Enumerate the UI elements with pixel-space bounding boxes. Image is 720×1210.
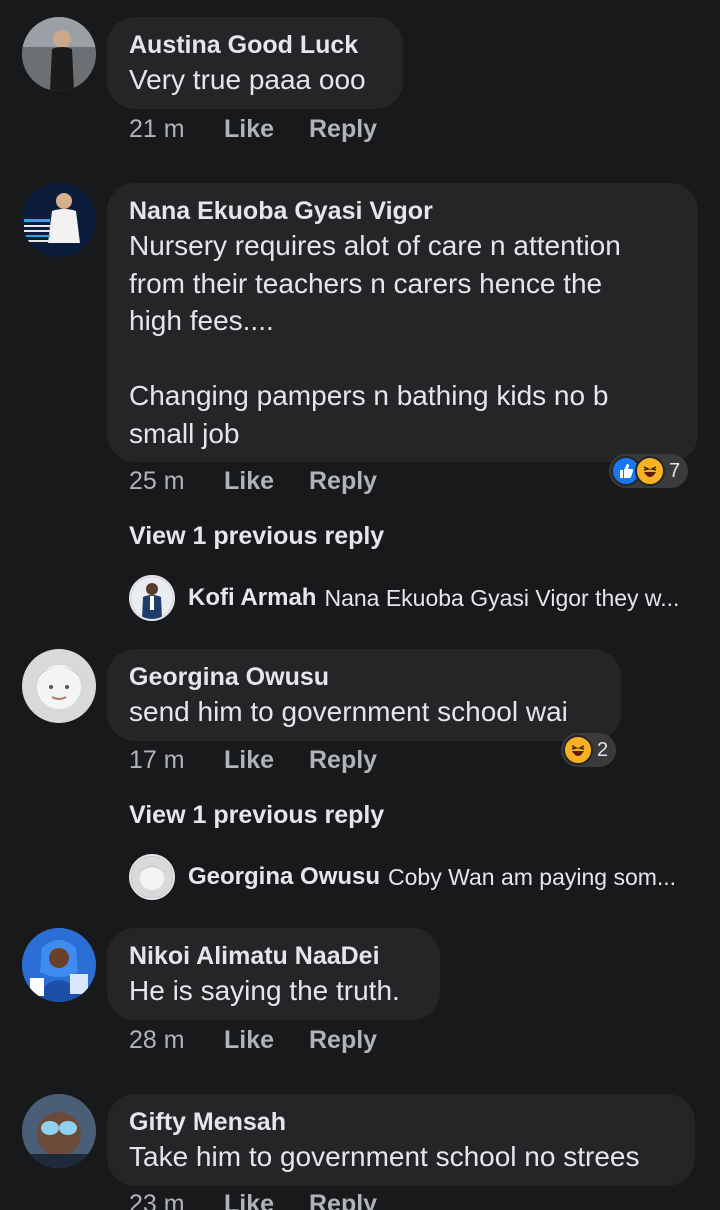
comment-time[interactable]: 17 m xyxy=(129,746,224,775)
view-previous-replies[interactable]: View 1 previous reply xyxy=(129,522,384,551)
reply-preview[interactable]: Georgina Owusu Coby Wan am paying som... xyxy=(129,854,676,900)
reply-preview[interactable]: Kofi Armah Nana Ekuoba Gyasi Vigor they … xyxy=(129,575,679,621)
comment-bubble[interactable]: Georgina Owusu send him to government sc… xyxy=(107,649,621,741)
view-previous-replies[interactable]: View 1 previous reply xyxy=(129,801,384,830)
reply-button[interactable]: Reply xyxy=(309,1026,377,1055)
reply-author[interactable]: Georgina Owusu xyxy=(188,863,380,891)
comment-actions: 21 m Like Reply xyxy=(129,115,377,144)
reply-avatar[interactable] xyxy=(129,854,175,900)
reply-button[interactable]: Reply xyxy=(309,115,377,144)
comment-text: send him to government school wai xyxy=(129,696,568,727)
comment-bubble[interactable]: Nikoi Alimatu NaaDei He is saying the tr… xyxy=(107,928,440,1020)
reaction-summary[interactable]: 7 xyxy=(609,454,689,488)
comment-author[interactable]: Gifty Mensah xyxy=(129,1106,673,1138)
comment-text: Nursery requires alot of care n attentio… xyxy=(129,230,621,449)
like-button[interactable]: Like xyxy=(224,115,309,144)
comment-actions: 23 m Like Reply xyxy=(129,1190,377,1210)
haha-reaction-icon xyxy=(563,735,593,765)
avatar[interactable] xyxy=(22,928,96,1002)
reply-button[interactable]: Reply xyxy=(309,1190,377,1210)
like-button[interactable]: Like xyxy=(224,746,309,775)
reply-button[interactable]: Reply xyxy=(309,467,377,496)
haha-reaction-icon xyxy=(635,456,665,486)
comment-bubble[interactable]: Gifty Mensah Take him to government scho… xyxy=(107,1094,695,1186)
comment-time[interactable]: 28 m xyxy=(129,1026,224,1055)
comment-time[interactable]: 21 m xyxy=(129,115,224,144)
like-button[interactable]: Like xyxy=(224,1190,309,1210)
avatar[interactable] xyxy=(22,1094,96,1168)
comment-actions: 17 m Like Reply xyxy=(129,746,377,775)
comment-author[interactable]: Georgina Owusu xyxy=(129,661,599,693)
avatar[interactable] xyxy=(22,649,96,723)
comment-bubble[interactable]: Nana Ekuoba Gyasi Vigor Nursery requires… xyxy=(107,183,698,462)
comment-author[interactable]: Nana Ekuoba Gyasi Vigor xyxy=(129,195,676,227)
comment-author[interactable]: Austina Good Luck xyxy=(129,29,381,61)
reply-button[interactable]: Reply xyxy=(309,746,377,775)
reaction-count: 2 xyxy=(597,738,609,761)
like-button[interactable]: Like xyxy=(224,1026,309,1055)
reply-author[interactable]: Kofi Armah xyxy=(188,584,316,612)
like-button[interactable]: Like xyxy=(224,467,309,496)
comment-actions: 28 m Like Reply xyxy=(129,1026,377,1055)
comment-text: He is saying the truth. xyxy=(129,975,400,1006)
reaction-count: 7 xyxy=(669,459,681,482)
comment-time[interactable]: 23 m xyxy=(129,1190,224,1210)
comment-actions: 25 m Like Reply xyxy=(129,467,377,496)
reply-avatar[interactable] xyxy=(129,575,175,621)
avatar[interactable] xyxy=(22,17,96,91)
comment-text: Take him to government school no strees xyxy=(129,1141,640,1172)
comment-author[interactable]: Nikoi Alimatu NaaDei xyxy=(129,940,418,972)
reply-snippet: Coby Wan am paying som... xyxy=(388,863,677,890)
comment-time[interactable]: 25 m xyxy=(129,467,224,496)
comment-bubble[interactable]: Austina Good Luck Very true paaa ooo xyxy=(107,17,403,109)
avatar[interactable] xyxy=(22,183,96,257)
reaction-summary[interactable]: 2 xyxy=(561,733,617,767)
comment-text: Very true paaa ooo xyxy=(129,64,366,95)
reply-snippet: Nana Ekuoba Gyasi Vigor they w... xyxy=(324,584,680,611)
